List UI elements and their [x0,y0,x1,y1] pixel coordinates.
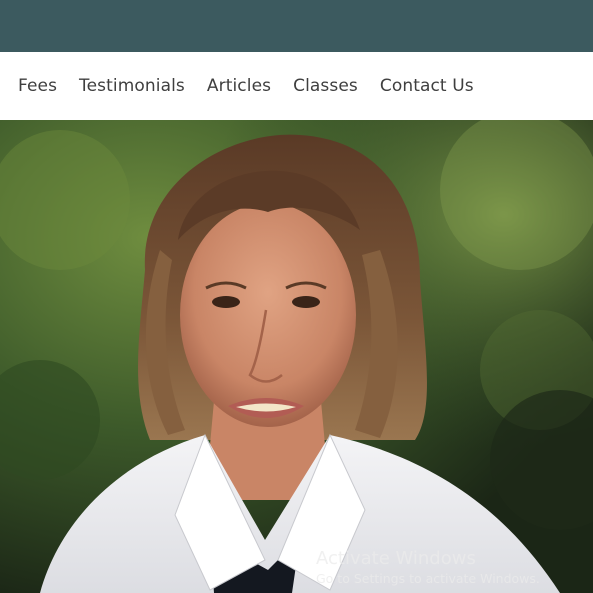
nav-item-articles[interactable]: Articles [207,76,271,96]
nav-item-classes[interactable]: Classes [293,76,358,96]
page: Fees Testimonials Articles Classes Conta… [0,0,593,593]
portrait-photo-icon [0,120,593,593]
main-navigation: Fees Testimonials Articles Classes Conta… [0,52,593,120]
nav-item-contact-us[interactable]: Contact Us [380,76,474,96]
nav-item-fees[interactable]: Fees [18,76,57,96]
header-bar [0,0,593,52]
nav-item-testimonials[interactable]: Testimonials [79,76,185,96]
hero-portrait-photo [0,120,593,593]
